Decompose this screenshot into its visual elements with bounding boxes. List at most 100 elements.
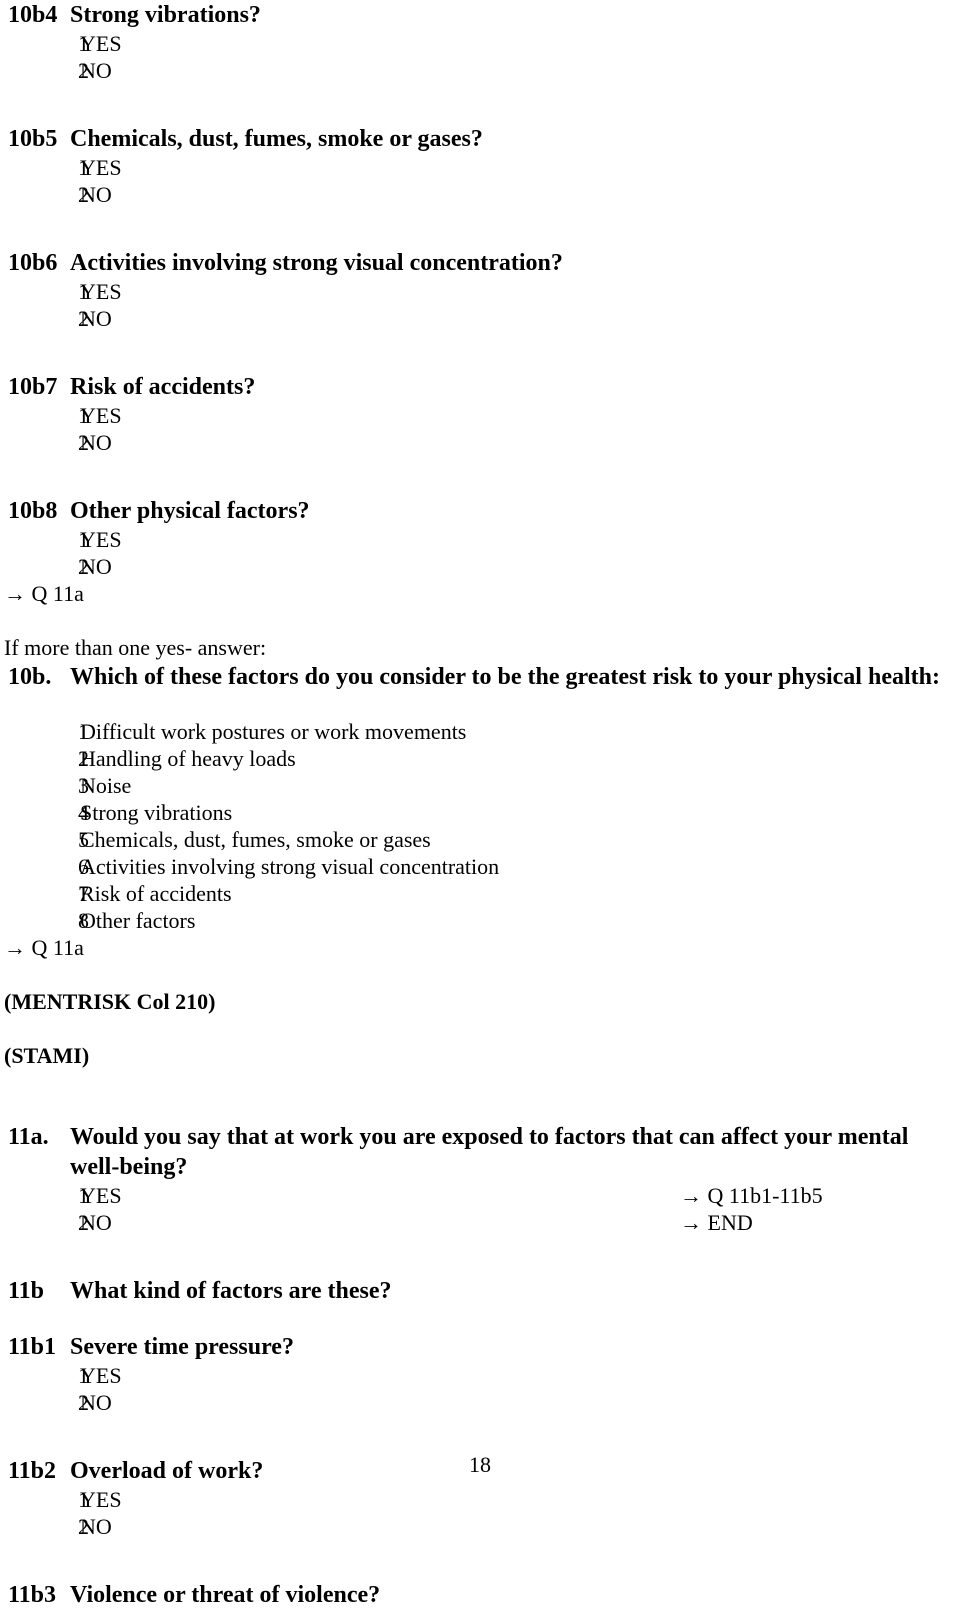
question-label: 11b bbox=[8, 1278, 45, 1304]
option-number: 1 bbox=[78, 403, 89, 428]
option-row-no[interactable]: 2 NO bbox=[0, 57, 960, 84]
routing-arrow-q11a: → Q 11a bbox=[4, 581, 84, 606]
question-block-10b: 10b. Which of these factors do you consi… bbox=[0, 662, 960, 692]
option-number: 7 bbox=[78, 881, 89, 906]
page-number: 18 bbox=[469, 1452, 491, 1477]
option-number: 1 bbox=[78, 279, 89, 304]
option-number: 2 bbox=[78, 306, 89, 331]
annotation-stami: (STAMI) bbox=[4, 1043, 90, 1068]
option-number: 2 bbox=[78, 430, 89, 455]
question-text: Which of these factors do you consider t… bbox=[70, 664, 940, 690]
option-label: NO bbox=[80, 1210, 112, 1235]
option-row-yes[interactable]: 1 YES bbox=[0, 154, 960, 181]
question-text: Other physical factors? bbox=[70, 498, 310, 524]
option-row-no[interactable]: 2 NO bbox=[0, 305, 960, 332]
question-heading: 11b1 Severe time pressure? bbox=[0, 1332, 960, 1362]
question-label: 10b7 bbox=[8, 374, 58, 400]
list-item[interactable]: 8 Other factors bbox=[0, 907, 960, 934]
question-text: Risk of accidents? bbox=[70, 374, 256, 400]
option-label: Activities involving strong visual conce… bbox=[80, 854, 500, 879]
question-label: 10b4 bbox=[8, 2, 58, 28]
question-text: Strong vibrations? bbox=[70, 2, 261, 28]
list-item[interactable]: 7 Risk of accidents bbox=[0, 880, 960, 907]
question-block-10b4: 10b4 Strong vibrations? 1 YES 2 NO bbox=[0, 0, 960, 84]
question-label: 11b1 bbox=[8, 1334, 57, 1360]
option-number: 2 bbox=[78, 182, 89, 207]
option-label: NO bbox=[80, 58, 112, 83]
option-number: 2 bbox=[78, 1210, 89, 1235]
option-row-no[interactable]: 2 NO → END bbox=[0, 1209, 960, 1236]
question-text: Chemicals, dust, fumes, smoke or gases? bbox=[70, 126, 483, 152]
option-row-yes[interactable]: 1 YES bbox=[0, 30, 960, 57]
option-number: 1 bbox=[78, 31, 89, 56]
option-label: Risk of accidents bbox=[80, 881, 232, 906]
option-label: YES bbox=[80, 1363, 122, 1388]
question-block-11b1: 11b1 Severe time pressure? 1 YES 2 NO bbox=[0, 1332, 960, 1416]
option-row-no[interactable]: 2 NO bbox=[0, 553, 960, 580]
option-label: YES bbox=[80, 155, 122, 180]
question-block-10b8: 10b8 Other physical factors? 1 YES 2 NO bbox=[0, 496, 960, 580]
instruction-more-than-one-yes: If more than one yes- answer: bbox=[4, 635, 267, 660]
question-text: Violence or threat of violence? bbox=[70, 1582, 381, 1608]
option-label: NO bbox=[80, 554, 112, 579]
option-row-no[interactable]: 2 NO bbox=[0, 429, 960, 456]
list-item[interactable]: 2 Handling of heavy loads bbox=[0, 745, 960, 772]
option-row-no[interactable]: 2 NO bbox=[0, 181, 960, 208]
question-text: Severe time pressure? bbox=[70, 1334, 294, 1360]
option-number: 3 bbox=[78, 773, 89, 798]
option-number: 2 bbox=[78, 1514, 89, 1539]
question-heading: 10b7 Risk of accidents? bbox=[0, 372, 960, 402]
list-item[interactable]: 1 Difficult work postures or work moveme… bbox=[0, 718, 960, 745]
factor-options-list: 1 Difficult work postures or work moveme… bbox=[0, 718, 960, 934]
option-row-yes[interactable]: 1 YES bbox=[0, 526, 960, 553]
routing-arrow-q11a-after-list: → Q 11a bbox=[4, 935, 84, 960]
option-number: 1 bbox=[78, 527, 89, 552]
option-label: YES bbox=[80, 403, 122, 428]
question-heading: 10b8 Other physical factors? bbox=[0, 496, 960, 526]
question-heading: 11a. Would you say that at work you are … bbox=[0, 1122, 960, 1182]
option-row-yes[interactable]: 1 YES bbox=[0, 278, 960, 305]
option-label: Handling of heavy loads bbox=[80, 746, 296, 771]
option-row-no[interactable]: 2 NO bbox=[0, 1513, 960, 1540]
list-item[interactable]: 3 Noise bbox=[0, 772, 960, 799]
annotation-mentrisk: (MENTRISK Col 210) bbox=[4, 989, 216, 1014]
question-block-10b5: 10b5 Chemicals, dust, fumes, smoke or ga… bbox=[0, 124, 960, 208]
option-row-yes[interactable]: 1 YES → Q 11b1-11b5 bbox=[0, 1182, 960, 1209]
option-row-yes[interactable]: 1 YES bbox=[0, 402, 960, 429]
question-text: What kind of factors are these? bbox=[70, 1278, 392, 1304]
question-heading: 10b6 Activities involving strong visual … bbox=[0, 248, 960, 278]
question-label: 10b5 bbox=[8, 126, 58, 152]
option-label: NO bbox=[80, 182, 112, 207]
list-item[interactable]: 6 Activities involving strong visual con… bbox=[0, 853, 960, 880]
option-label: Other factors bbox=[80, 908, 196, 933]
routing-arrow-no: → END bbox=[680, 1210, 753, 1235]
option-number: 6 bbox=[78, 854, 89, 879]
question-block-11a: 11a. Would you say that at work you are … bbox=[0, 1122, 960, 1236]
option-label: YES bbox=[80, 527, 122, 552]
option-row-no[interactable]: 2 NO bbox=[0, 1389, 960, 1416]
option-label: NO bbox=[80, 306, 112, 331]
option-number: 2 bbox=[78, 58, 89, 83]
list-item[interactable]: 5 Chemicals, dust, fumes, smoke or gases bbox=[0, 826, 960, 853]
option-number: 5 bbox=[78, 827, 89, 852]
option-number: 8 bbox=[78, 908, 89, 933]
option-label: YES bbox=[80, 279, 122, 304]
option-label: YES bbox=[80, 31, 122, 56]
question-text: Would you say that at work you are expos… bbox=[70, 1124, 909, 1180]
option-row-yes[interactable]: 1 YES bbox=[0, 1362, 960, 1389]
option-label: YES bbox=[80, 1183, 122, 1208]
document-page: 10b4 Strong vibrations? 1 YES 2 NO 10b5 … bbox=[0, 0, 960, 1608]
question-label: 11b3 bbox=[8, 1582, 57, 1608]
option-number: 1 bbox=[78, 1363, 89, 1388]
list-item[interactable]: 4 Strong vibrations bbox=[0, 799, 960, 826]
question-block-11b3: 11b3 Violence or threat of violence? bbox=[0, 1580, 960, 1610]
